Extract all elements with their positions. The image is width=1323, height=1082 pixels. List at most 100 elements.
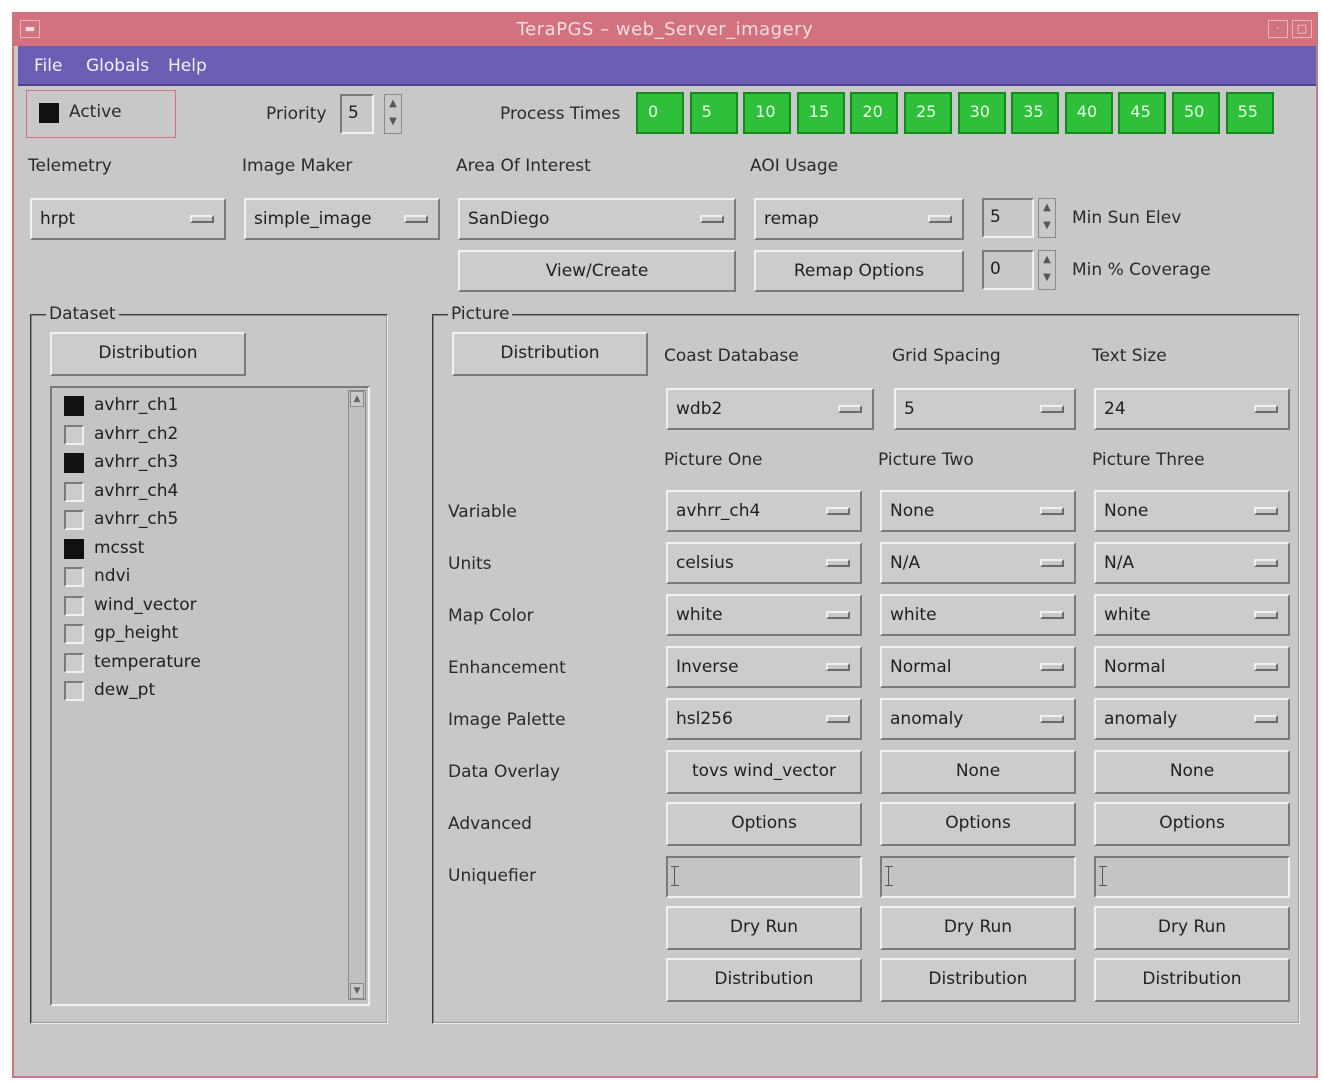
- dataset-list-item[interactable]: avhrr_ch2: [64, 421, 324, 449]
- process-time-cell[interactable]: 50: [1172, 92, 1220, 134]
- dataset-distribution-button[interactable]: Distribution: [50, 332, 246, 376]
- dataset-list-item[interactable]: avhrr_ch4: [64, 478, 324, 506]
- dataset-checkbox[interactable]: [64, 652, 84, 673]
- picture-column-distribution-button[interactable]: Distribution: [880, 958, 1076, 1002]
- remap-options-button[interactable]: Remap Options: [754, 250, 964, 292]
- dry-run-button[interactable]: Dry Run: [1094, 906, 1290, 950]
- picture-two-header: Picture Two: [878, 450, 974, 470]
- aoi-usage-dropdown[interactable]: remap: [754, 198, 964, 240]
- text-cursor-icon: [885, 866, 893, 886]
- data-overlay-button[interactable]: tovs wind_vector: [666, 750, 862, 794]
- process-time-cell[interactable]: 15: [796, 92, 845, 134]
- process-time-cell[interactable]: 0: [636, 92, 684, 134]
- variable-dropdown[interactable]: None: [880, 490, 1076, 532]
- image-palette-dropdown[interactable]: hsl256: [666, 698, 862, 740]
- dataset-list-item[interactable]: dew_pt: [64, 677, 324, 705]
- menu-file[interactable]: File: [34, 56, 62, 76]
- dataset-checkbox[interactable]: [64, 453, 84, 473]
- scroll-down-icon[interactable]: ▼: [350, 983, 364, 999]
- active-checkbox[interactable]: [39, 103, 59, 123]
- active-label: Active: [69, 102, 122, 122]
- image-palette-dropdown[interactable]: anomaly: [1094, 698, 1290, 740]
- min-coverage-spinbox[interactable]: 0 ▲ ▼: [982, 250, 1056, 290]
- units-value: celsius: [676, 553, 734, 573]
- process-time-cell[interactable]: 10: [743, 92, 792, 134]
- dropdown-indicator-icon: [928, 215, 952, 223]
- aoi-usage-label: AOI Usage: [750, 156, 839, 176]
- dataset-list-item[interactable]: avhrr_ch3: [64, 449, 324, 477]
- enhancement-dropdown[interactable]: Normal: [880, 646, 1076, 688]
- units-dropdown[interactable]: celsius: [666, 542, 862, 584]
- dataset-checkbox[interactable]: [64, 424, 84, 445]
- dry-run-button[interactable]: Dry Run: [666, 906, 862, 950]
- dataset-checkbox[interactable]: [64, 567, 84, 587]
- dataset-list-item[interactable]: temperature: [64, 649, 324, 677]
- process-time-cell[interactable]: 5: [689, 92, 738, 134]
- dataset-checkbox[interactable]: [64, 624, 84, 644]
- dataset-scrollbar[interactable]: ▲ ▼: [348, 390, 366, 1000]
- menu-help[interactable]: Help: [168, 56, 207, 76]
- map-color-dropdown[interactable]: white: [880, 594, 1076, 636]
- view-create-button[interactable]: View/Create: [458, 250, 736, 292]
- data-overlay-button[interactable]: None: [880, 750, 1076, 794]
- dataset-list-item[interactable]: ndvi: [64, 563, 324, 591]
- priority-arrows-icon[interactable]: ▲ ▼: [384, 94, 402, 134]
- min-sun-elev-arrows-icon[interactable]: ▲ ▼: [1038, 198, 1056, 238]
- variable-dropdown[interactable]: avhrr_ch4: [666, 490, 862, 532]
- grid-spacing-dropdown[interactable]: 5: [894, 388, 1076, 430]
- dataset-checkbox[interactable]: [64, 510, 84, 530]
- picture-distribution-button[interactable]: Distribution: [452, 332, 648, 376]
- aoi-dropdown[interactable]: SanDiego: [458, 198, 736, 240]
- minimize-icon[interactable]: ·: [1268, 20, 1288, 38]
- dataset-checkbox[interactable]: [64, 538, 84, 559]
- dropdown-indicator-icon: [190, 215, 214, 223]
- scroll-up-icon[interactable]: ▲: [350, 391, 364, 407]
- picture-column-distribution-button[interactable]: Distribution: [666, 958, 862, 1002]
- process-time-cell[interactable]: 40: [1064, 92, 1113, 134]
- text-size-dropdown[interactable]: 24: [1094, 388, 1290, 430]
- dataset-list-item[interactable]: mcsst: [64, 535, 324, 563]
- menu-globals[interactable]: Globals: [86, 56, 149, 76]
- uniquefier-input[interactable]: [880, 856, 1076, 898]
- min-coverage-arrows-icon[interactable]: ▲ ▼: [1038, 250, 1056, 290]
- dataset-checkbox[interactable]: [64, 681, 84, 701]
- variable-dropdown[interactable]: None: [1094, 490, 1290, 532]
- process-time-cell[interactable]: 45: [1118, 92, 1167, 134]
- picture-column-distribution-button[interactable]: Distribution: [1094, 958, 1290, 1002]
- dropdown-indicator-icon: [1254, 715, 1278, 723]
- priority-spinbox[interactable]: 5 ▲ ▼: [340, 94, 402, 134]
- advanced-options-button[interactable]: Options: [1094, 802, 1290, 846]
- dataset-checkbox[interactable]: [64, 595, 84, 616]
- maximize-icon[interactable]: □: [1292, 20, 1312, 38]
- telemetry-dropdown[interactable]: hrpt: [30, 198, 226, 240]
- dataset-checkbox[interactable]: [64, 481, 84, 502]
- min-sun-elev-spinbox[interactable]: 5 ▲ ▼: [982, 198, 1056, 238]
- text-cursor-icon: [671, 866, 679, 886]
- process-time-cell[interactable]: 25: [904, 92, 952, 134]
- uniquefier-input[interactable]: [666, 856, 862, 898]
- image-maker-dropdown[interactable]: simple_image: [244, 198, 440, 240]
- process-time-cell[interactable]: 35: [1011, 92, 1060, 134]
- dataset-checkbox[interactable]: [64, 396, 84, 416]
- dataset-list-item[interactable]: gp_height: [64, 620, 324, 648]
- enhancement-dropdown[interactable]: Normal: [1094, 646, 1290, 688]
- data-overlay-button[interactable]: None: [1094, 750, 1290, 794]
- dataset-list-item[interactable]: avhrr_ch1: [64, 392, 324, 420]
- advanced-options-button[interactable]: Options: [666, 802, 862, 846]
- map-color-dropdown[interactable]: white: [666, 594, 862, 636]
- dry-run-button[interactable]: Dry Run: [880, 906, 1076, 950]
- image-palette-dropdown[interactable]: anomaly: [880, 698, 1076, 740]
- process-time-cell[interactable]: 20: [850, 92, 899, 134]
- advanced-options-button[interactable]: Options: [880, 802, 1076, 846]
- coast-db-dropdown[interactable]: wdb2: [666, 388, 874, 430]
- enhancement-dropdown[interactable]: Inverse: [666, 646, 862, 688]
- units-dropdown[interactable]: N/A: [1094, 542, 1290, 584]
- uniquefier-input[interactable]: [1094, 856, 1290, 898]
- dataset-list-item[interactable]: wind_vector: [64, 592, 324, 620]
- dataset-list-item[interactable]: avhrr_ch5: [64, 506, 324, 534]
- units-dropdown[interactable]: N/A: [880, 542, 1076, 584]
- map-color-dropdown[interactable]: white: [1094, 594, 1290, 636]
- process-time-cell[interactable]: 30: [957, 92, 1006, 134]
- process-time-cell[interactable]: 55: [1225, 92, 1274, 134]
- active-toggle[interactable]: Active: [26, 90, 176, 138]
